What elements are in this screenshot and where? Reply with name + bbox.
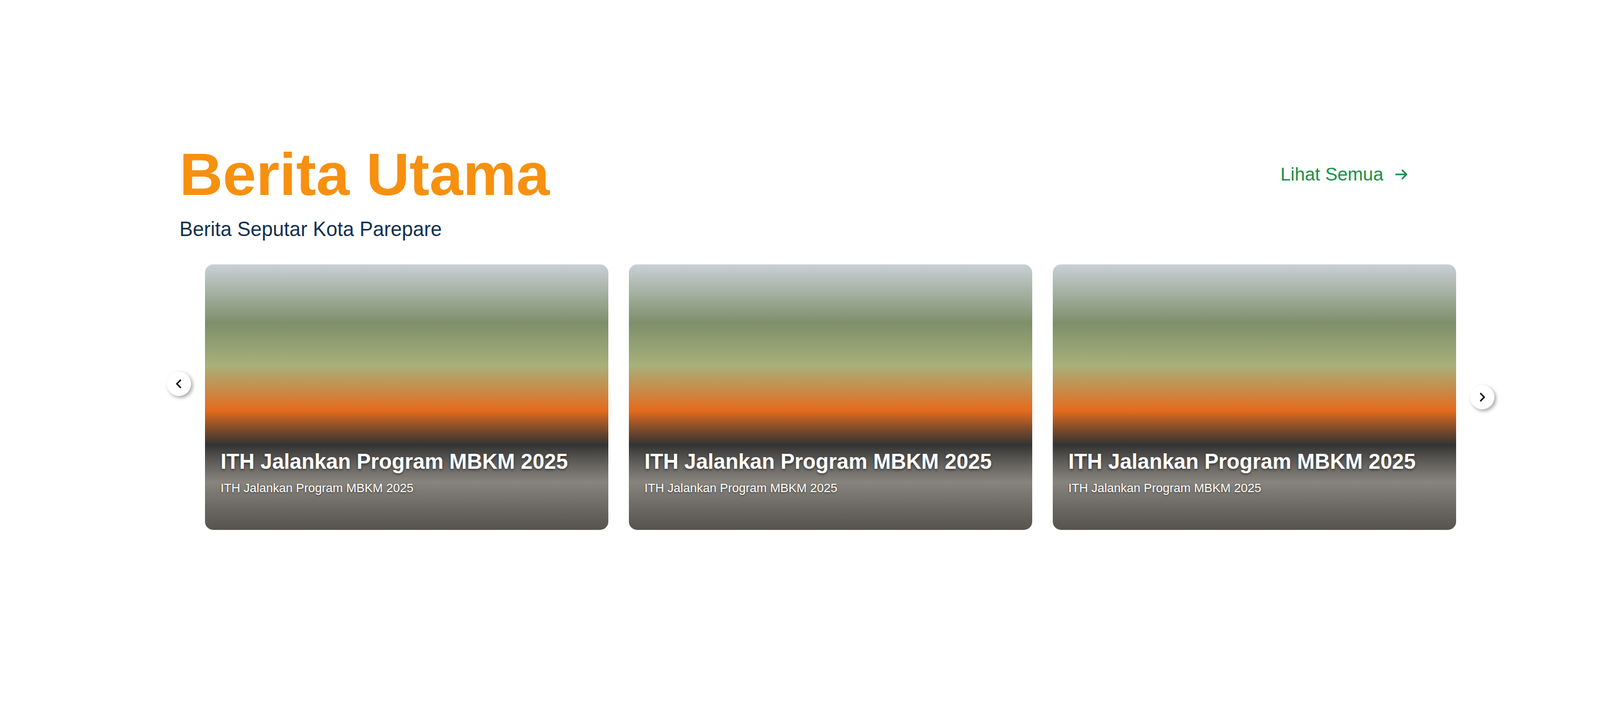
news-card[interactable]: ITH Jalankan Program MBKM 2025 ITH Jalank… [205,264,609,530]
news-card-caption: ITH Jalankan Program MBKM 2025 [1068,480,1445,497]
see-all-label: Lihat Semua [1280,163,1384,185]
news-card[interactable]: ITH Jalankan Program MBKM 2025 ITH Jalank… [628,264,1033,530]
chevron-right-icon [1476,391,1489,404]
see-all-link[interactable]: Lihat Semua [1280,163,1410,185]
news-card-caption: ITH Jalankan Program MBKM 2025 [220,480,598,497]
chevron-left-icon [172,377,185,390]
prev-button[interactable] [166,371,192,397]
section-subtitle: Berita Seputar Kota Parepare [179,216,550,243]
news-card-title: ITH Jalankan Program MBKM 2025 [220,449,598,475]
heading-group: Berita Utama Berita Seputar Kota Parepare [179,141,550,243]
news-card-title: ITH Jalankan Program MBKM 2025 [1068,449,1445,475]
news-carousel: ITH Jalankan Program MBKM 2025 ITH Jalank… [166,264,1600,530]
next-button[interactable] [1470,385,1495,410]
news-card-caption: ITH Jalankan Program MBKM 2025 [644,480,1022,497]
card-list: ITH Jalankan Program MBKM 2025 ITH Jalank… [205,264,1457,530]
news-card-title: ITH Jalankan Program MBKM 2025 [644,449,1022,475]
news-card[interactable]: ITH Jalankan Program MBKM 2025 ITH Jalank… [1052,264,1457,530]
section-header: Berita Utama Berita Seputar Kota Parepare… [179,141,1410,243]
section-title: Berita Utama [179,141,550,208]
arrow-right-icon [1393,166,1410,183]
